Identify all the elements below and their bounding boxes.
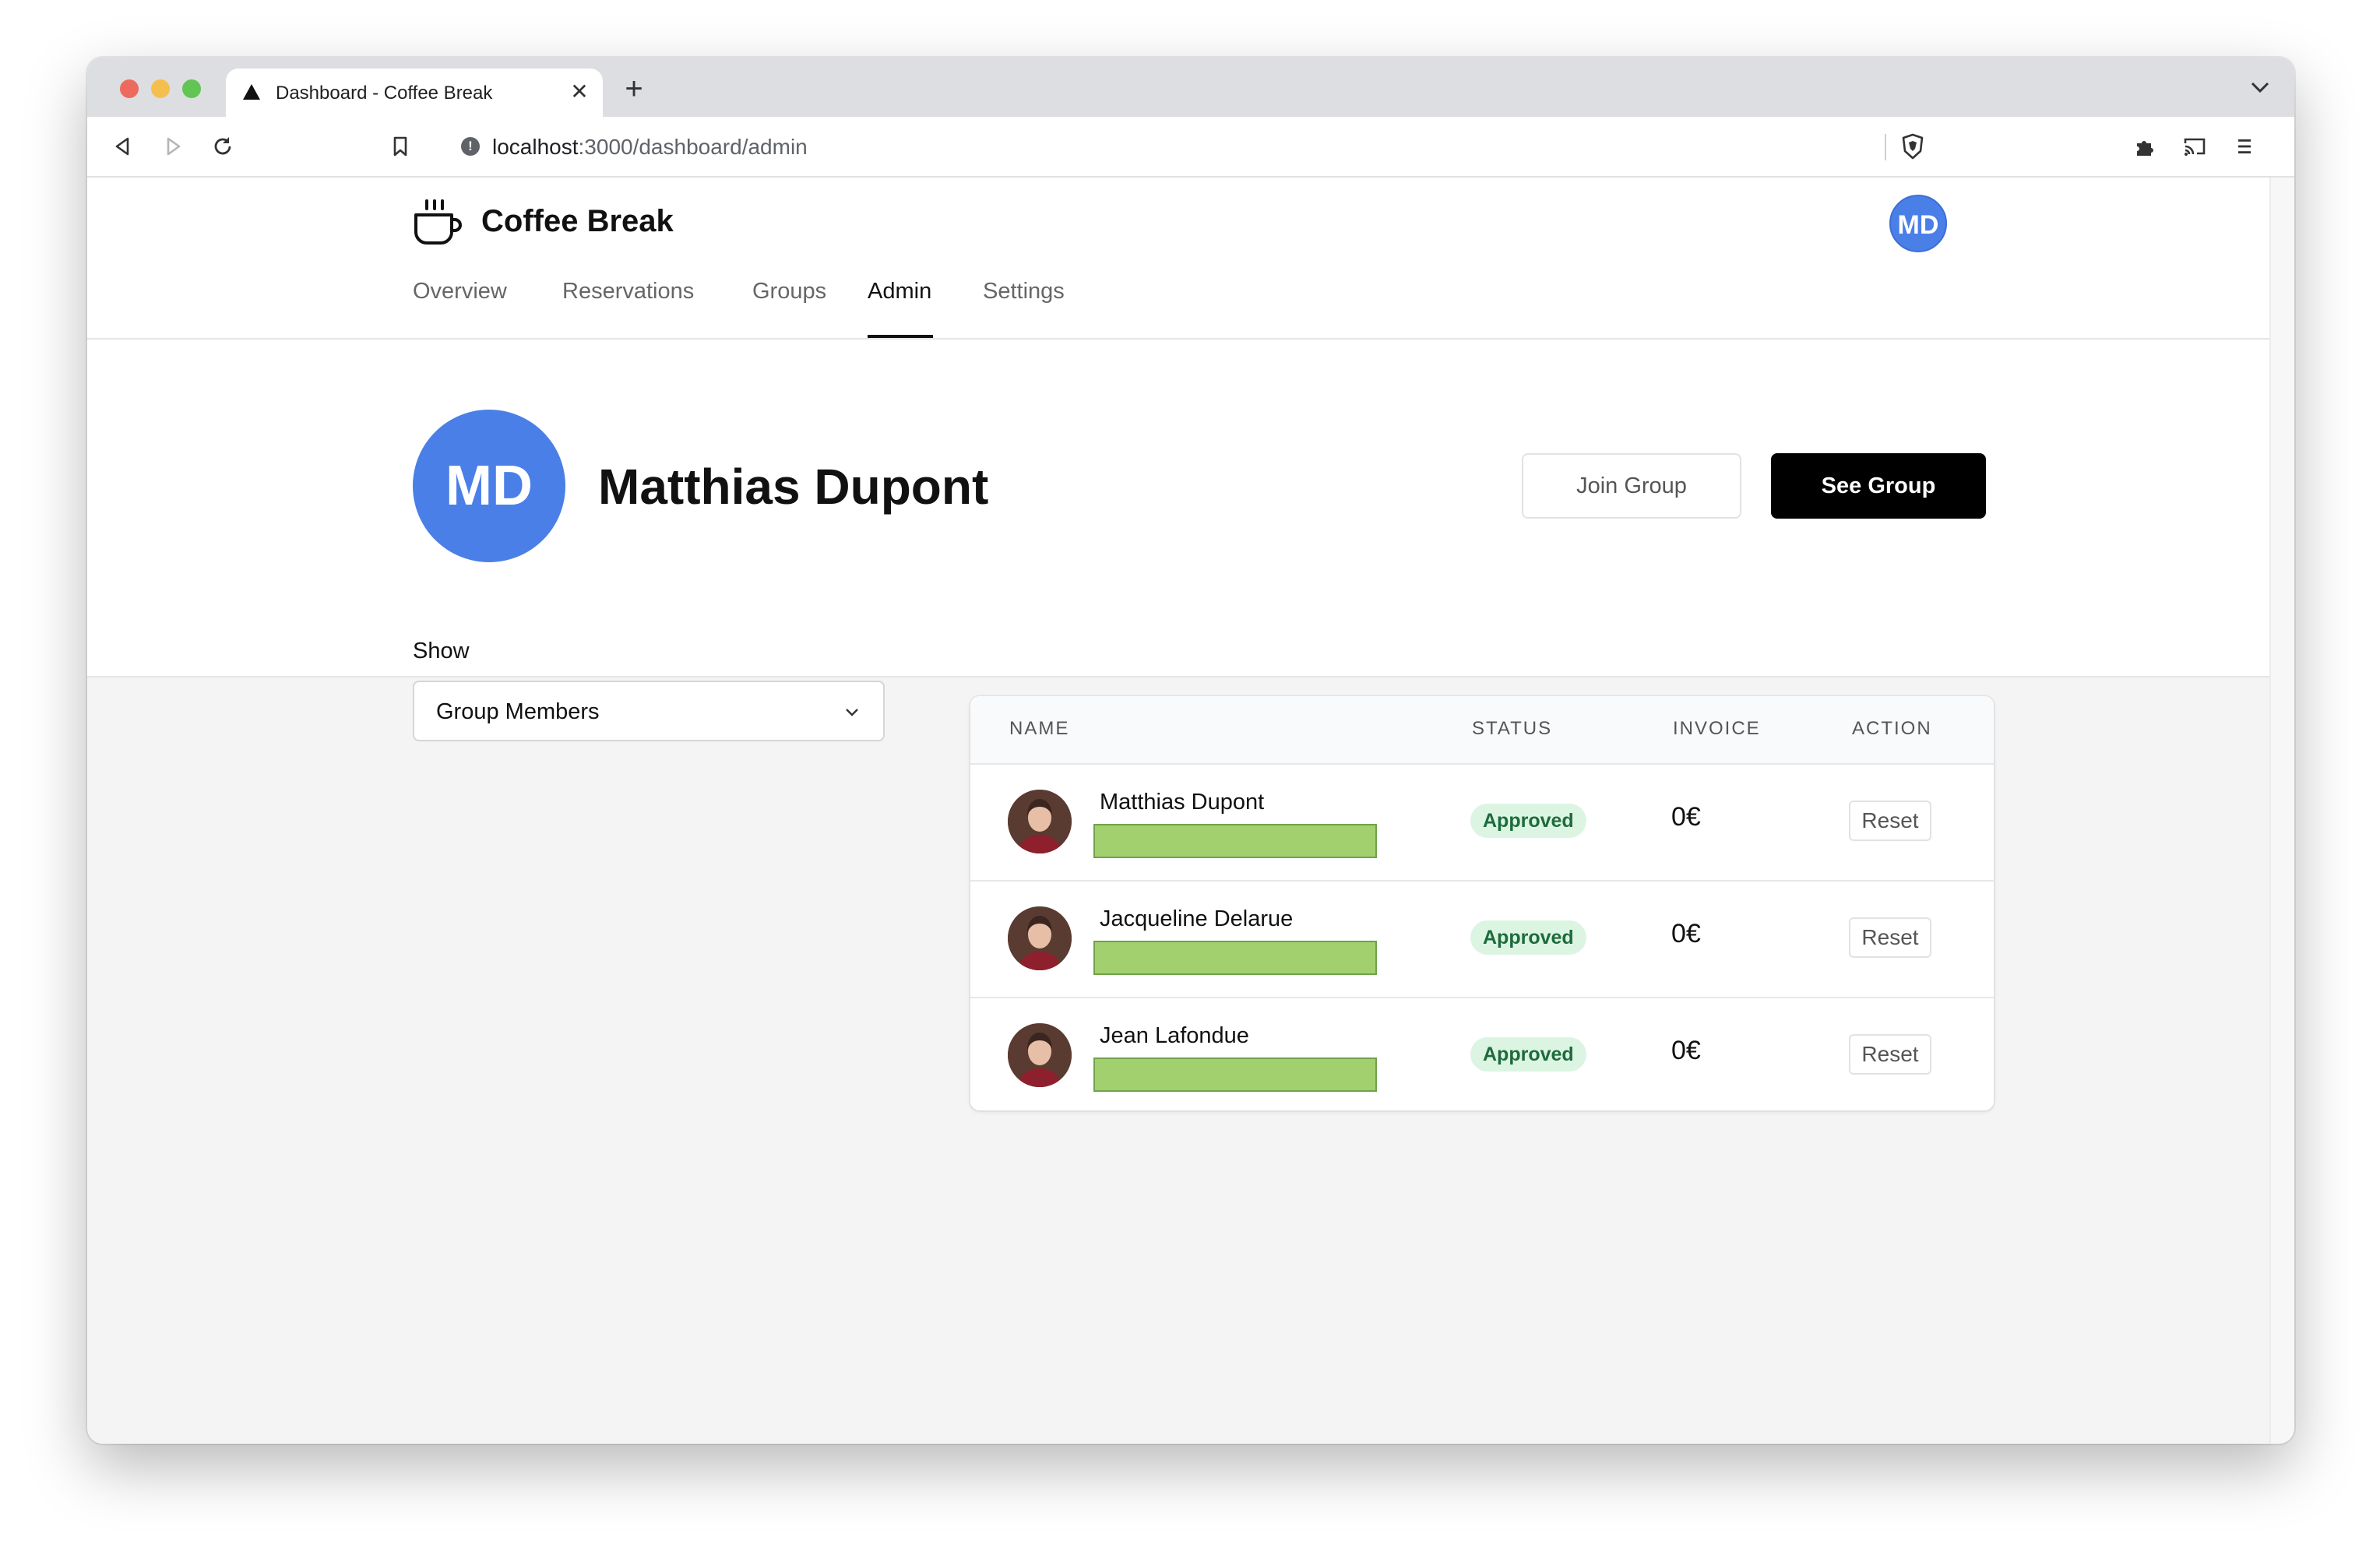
nav-groups[interactable]: Groups [752,279,826,304]
show-select[interactable]: Group Members [413,681,885,741]
coffee-cup-icon [414,199,462,245]
minimize-window-button[interactable] [151,79,170,98]
tab-strip: Dashboard - Coffee Break ✕ + [87,58,2294,117]
show-label: Show [413,639,470,663]
invoice-amount: 0€ [1671,1036,1701,1065]
nav-settings[interactable]: Settings [983,279,1065,304]
forward-icon[interactable] [160,134,185,159]
back-icon[interactable] [111,134,136,159]
profile-avatar: MD [413,410,565,562]
url-path: :3000/dashboard/admin [578,135,808,159]
header-invoice: INVOICE [1673,718,1761,739]
member-name: Matthias Dupont [1100,790,1265,815]
nav-reservations[interactable]: Reservations [562,279,694,304]
profile-name: Matthias Dupont [598,459,989,515]
close-window-button[interactable] [120,79,139,98]
browser-window: Dashboard - Coffee Break ✕ + ! localhost… [87,58,2294,1444]
reset-button[interactable]: Reset [1849,801,1931,841]
table-header: NAME STATUS INVOICE ACTION [970,696,1994,765]
table-row: Jacqueline Delarue Approved 0€ Reset [970,880,1994,998]
status-badge: Approved [1470,804,1586,838]
page-header-area [87,178,2271,677]
cast-icon[interactable] [2182,134,2207,159]
active-tab-indicator [868,335,933,338]
close-tab-icon[interactable]: ✕ [565,78,593,106]
browser-tab[interactable]: Dashboard - Coffee Break ✕ [226,69,603,117]
show-select-value: Group Members [436,699,600,724]
status-badge: Approved [1470,920,1586,955]
table-row: Jean Lafondue Approved 0€ Reset [970,997,1994,1110]
bookmark-icon[interactable] [388,134,413,159]
url-divider [1885,134,1886,160]
chevron-down-icon [846,709,858,716]
member-avatar [1008,906,1072,970]
member-name: Jean Lafondue [1100,1023,1249,1048]
browser-toolbar: ! localhost:3000/dashboard/admin [87,117,2294,178]
maximize-window-button[interactable] [182,79,201,98]
reload-icon[interactable] [210,134,235,159]
address-bar[interactable]: ! localhost:3000/dashboard/admin [438,125,1942,168]
status-badge: Approved [1470,1037,1586,1072]
table-row: Matthias Dupont Approved 0€ Reset [970,763,1994,882]
tab-search-chevron-icon[interactable] [2249,79,2271,95]
reset-button[interactable]: Reset [1849,917,1931,958]
member-bar [1093,824,1377,858]
menu-icon[interactable] [2232,134,2257,159]
nav-divider [87,338,2271,340]
members-table: NAME STATUS INVOICE ACTION Matthias Dupo… [970,696,1994,1110]
page-content: Coffee Break MD Overview Reservations Gr… [87,178,2271,1444]
extensions-puzzle-icon[interactable] [2132,134,2157,159]
new-tab-button[interactable]: + [617,73,651,104]
nav-admin[interactable]: Admin [868,279,931,304]
member-avatar [1008,790,1072,853]
page-scrollbar[interactable] [2269,178,2294,1444]
see-group-button[interactable]: See Group [1771,453,1986,519]
join-group-button[interactable]: Join Group [1522,453,1741,519]
tab-title: Dashboard - Coffee Break [276,83,493,104]
header-action: ACTION [1852,718,1932,739]
brand-name[interactable]: Coffee Break [481,204,674,239]
member-avatar [1008,1023,1072,1087]
url-host: localhost [492,135,579,159]
member-bar [1093,941,1377,975]
member-name: Jacqueline Delarue [1100,906,1294,931]
invoice-amount: 0€ [1671,802,1701,832]
user-avatar-button[interactable]: MD [1889,195,1947,252]
header-name: NAME [1009,718,1070,739]
vercel-triangle-icon [243,84,260,100]
brave-shield-icon[interactable] [1899,132,1927,160]
reset-button[interactable]: Reset [1849,1034,1931,1075]
header-status: STATUS [1472,718,1553,739]
member-bar [1093,1058,1377,1092]
site-info-icon[interactable]: ! [461,137,480,156]
url-text: localhost:3000/dashboard/admin [492,135,808,160]
invoice-amount: 0€ [1671,919,1701,948]
nav-overview[interactable]: Overview [413,279,507,304]
